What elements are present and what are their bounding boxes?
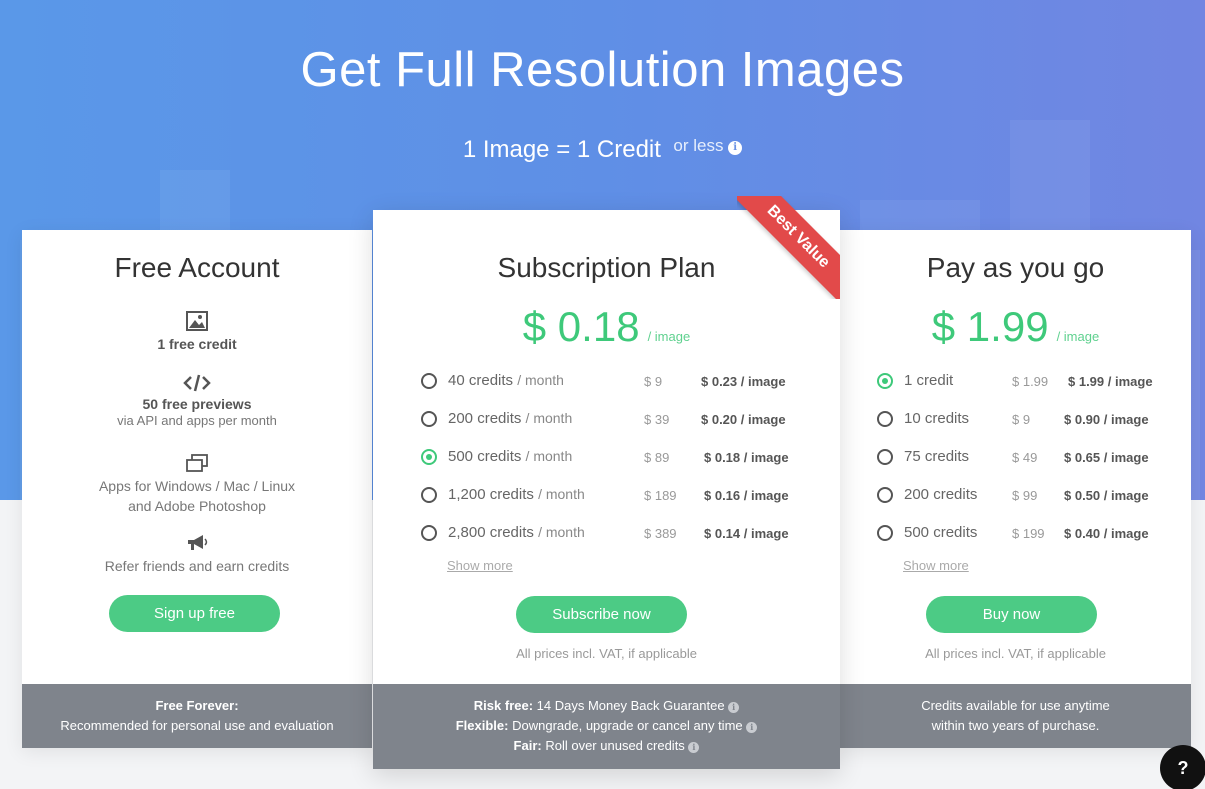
referral-label: Refer friends and earn credits	[104, 558, 290, 574]
option-price: $ 189	[644, 488, 677, 503]
option-credits: 75 credits	[904, 448, 970, 465]
windows-icon	[186, 454, 208, 472]
credit-equation: 1 Image = 1 Credit	[462, 136, 661, 163]
free-previews-desc: via API and apps per month	[117, 413, 277, 428]
payg-option-1[interactable]: 1 credit $ 1.99 $ 1.99 / image	[877, 372, 1177, 392]
radio-button[interactable]	[421, 525, 437, 541]
fair-line: Fair: Roll over unused credits i	[373, 736, 840, 756]
feature-referral: Refer friends and earn credits	[22, 532, 372, 576]
free-credit-label: 1 free credit	[157, 336, 237, 352]
payg-price-amount: $ 1.99	[931, 303, 1049, 350]
apps-line-1: Apps for Windows / Mac / Linux	[98, 478, 296, 494]
free-forever-label: Free Forever:	[155, 698, 239, 713]
risk-free-line: Risk free: 14 Days Money Back Guarantee …	[373, 696, 840, 716]
option-price: $ 199	[1012, 526, 1045, 541]
vat-note: All prices incl. VAT, if applicable	[516, 646, 697, 661]
free-account-title: Free Account	[114, 252, 280, 283]
code-icon	[183, 374, 211, 392]
payg-footer: Credits available for use anytime within…	[840, 684, 1191, 748]
feature-free-credit: 1 free credit	[22, 310, 372, 352]
option-price: $ 49	[1012, 450, 1038, 465]
info-icon[interactable]: i	[728, 141, 743, 155]
option-per-image: $ 0.20 / image	[701, 412, 786, 427]
sub-option-200[interactable]: 200 credits / month $ 39 $ 0.20 / image	[421, 410, 801, 430]
payg-option-10[interactable]: 10 credits $ 9 $ 0.90 / image	[877, 410, 1177, 430]
option-per-image: $ 0.90 / image	[1064, 412, 1149, 427]
radio-button-selected[interactable]	[421, 449, 437, 465]
option-credits: 200 credits	[904, 486, 978, 503]
payg-option-75[interactable]: 75 credits $ 49 $ 0.65 / image	[877, 448, 1177, 468]
megaphone-icon	[188, 535, 208, 550]
sub-option-40[interactable]: 40 credits / month $ 9 $ 0.23 / image	[421, 372, 801, 392]
subscription-price: $ 0.18 / image	[373, 303, 840, 351]
subscription-card: Best Value Subscription Plan $ 0.18/ ima…	[373, 196, 840, 769]
option-per-image: $ 0.23 / image	[701, 374, 786, 389]
option-credits: 1 credit	[904, 372, 954, 389]
option-per-image: $ 0.18 / image	[704, 450, 789, 465]
info-icon[interactable]: i	[746, 722, 758, 733]
option-per-image: $ 0.14 / image	[704, 526, 789, 541]
or-less-label[interactable]: or less i	[673, 136, 743, 155]
radio-button[interactable]	[877, 487, 893, 503]
subscription-price-unit: / image	[647, 329, 691, 344]
flexible-line: Flexible: Downgrade, upgrade or cancel a…	[373, 716, 840, 736]
radio-button[interactable]	[877, 411, 893, 427]
credit-subtitle: 1 Image = 1 Credit or less i	[0, 136, 1205, 164]
vat-note: All prices incl. VAT, if applicable	[925, 646, 1106, 661]
payg-option-500[interactable]: 500 credits $ 199 $ 0.40 / image	[877, 524, 1177, 544]
payg-price: $ 1.99 / image	[840, 303, 1191, 351]
free-previews-label: 50 free previews	[142, 396, 252, 412]
option-price: $ 9	[1012, 412, 1031, 427]
radio-button[interactable]	[421, 487, 437, 503]
sign-up-free-button[interactable]: Sign up free	[109, 595, 280, 632]
buy-now-button[interactable]: Buy now	[926, 596, 1097, 633]
option-credits: 500 credits	[904, 524, 978, 541]
sub-option-2800[interactable]: 2,800 credits / month $ 389 $ 0.14 / ima…	[421, 524, 801, 544]
option-per-image: $ 0.16 / image	[704, 488, 789, 503]
payg-option-200[interactable]: 200 credits $ 99 $ 0.50 / image	[877, 486, 1177, 506]
sub-option-500[interactable]: 500 credits / month $ 89 $ 0.18 / image	[421, 448, 801, 468]
option-price: $ 99	[1012, 488, 1038, 503]
subscription-footer: Risk free: 14 Days Money Back Guarantee …	[373, 684, 840, 769]
option-price: $ 9	[644, 374, 663, 389]
page-title: Get Full Resolution Images	[300, 43, 905, 97]
option-per-image: $ 0.65 / image	[1064, 450, 1149, 465]
apps-line-2: and Adobe Photoshop	[128, 498, 266, 514]
free-footer-text: Recommended for personal use and evaluat…	[60, 718, 334, 733]
option-per-image: $ 0.50 / image	[1064, 488, 1149, 503]
feature-apps: Apps for Windows / Mac / Linux and Adobe…	[22, 452, 372, 516]
feature-free-previews: 50 free previews via API and apps per mo…	[22, 372, 372, 430]
option-per-image: $ 0.40 / image	[1064, 526, 1149, 541]
payg-price-unit: / image	[1056, 329, 1100, 344]
image-icon	[186, 311, 208, 331]
free-footer: Free Forever: Recommended for personal u…	[22, 684, 372, 748]
show-more-link[interactable]: Show more	[447, 558, 513, 573]
radio-button[interactable]	[421, 411, 437, 427]
subscription-price-amount: $ 0.18	[522, 303, 640, 350]
show-more-link[interactable]: Show more	[903, 558, 969, 573]
free-account-card: Free Account 1 free credit 50 free previ…	[22, 230, 372, 748]
sub-option-1200[interactable]: 1,200 credits / month $ 189 $ 0.16 / ima…	[421, 486, 801, 506]
option-per-image: $ 1.99 / image	[1068, 374, 1153, 389]
subscription-title: Subscription Plan	[497, 252, 716, 283]
option-price: $ 389	[644, 526, 677, 541]
info-icon[interactable]: i	[688, 742, 700, 753]
pay-as-you-go-card: Pay as you go $ 1.99 / image 1 credit $ 1…	[840, 230, 1191, 748]
radio-button-selected[interactable]	[877, 373, 893, 389]
option-price: $ 1.99	[1012, 374, 1049, 389]
option-credits: 10 credits	[904, 410, 970, 427]
payg-footer-line-1: Credits available for use anytime	[921, 698, 1110, 713]
subscribe-now-button[interactable]: Subscribe now	[516, 596, 687, 633]
option-price: $ 89	[644, 450, 670, 465]
radio-button[interactable]	[877, 525, 893, 541]
help-button[interactable]: ?	[1160, 745, 1205, 789]
info-icon[interactable]: i	[728, 702, 740, 713]
payg-footer-line-2: within two years of purchase.	[931, 718, 1100, 733]
option-price: $ 39	[644, 412, 670, 427]
radio-button[interactable]	[421, 373, 437, 389]
payg-title: Pay as you go	[926, 252, 1105, 283]
radio-button[interactable]	[877, 449, 893, 465]
